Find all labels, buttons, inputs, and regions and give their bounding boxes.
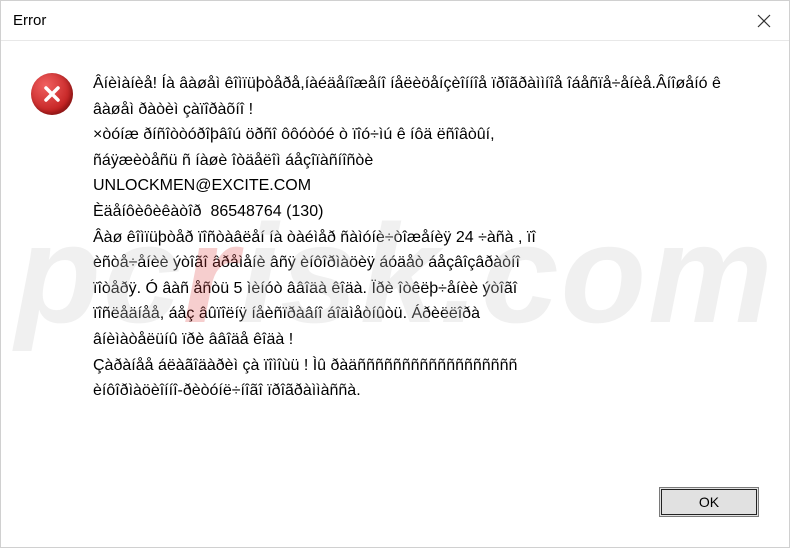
dialog-content: Âíèìàíèå! Íà âàøåì êîìïüþòåðå,íàéäåíîæåí… bbox=[1, 41, 789, 477]
close-button[interactable] bbox=[739, 1, 789, 41]
button-row: OK bbox=[1, 477, 789, 547]
ok-button[interactable]: OK bbox=[659, 487, 759, 517]
icon-column bbox=[31, 71, 75, 115]
error-dialog: Error Âíèìàíèå! Íà âàøåì êîìïüþòåðå,íàéä… bbox=[0, 0, 790, 548]
dialog-message: Âíèìàíèå! Íà âàøåì êîìïüþòåðå,íàéäåíîæåí… bbox=[93, 71, 759, 404]
close-icon bbox=[757, 14, 771, 28]
error-icon bbox=[31, 73, 73, 115]
titlebar: Error bbox=[1, 1, 789, 41]
dialog-title: Error bbox=[13, 12, 46, 29]
